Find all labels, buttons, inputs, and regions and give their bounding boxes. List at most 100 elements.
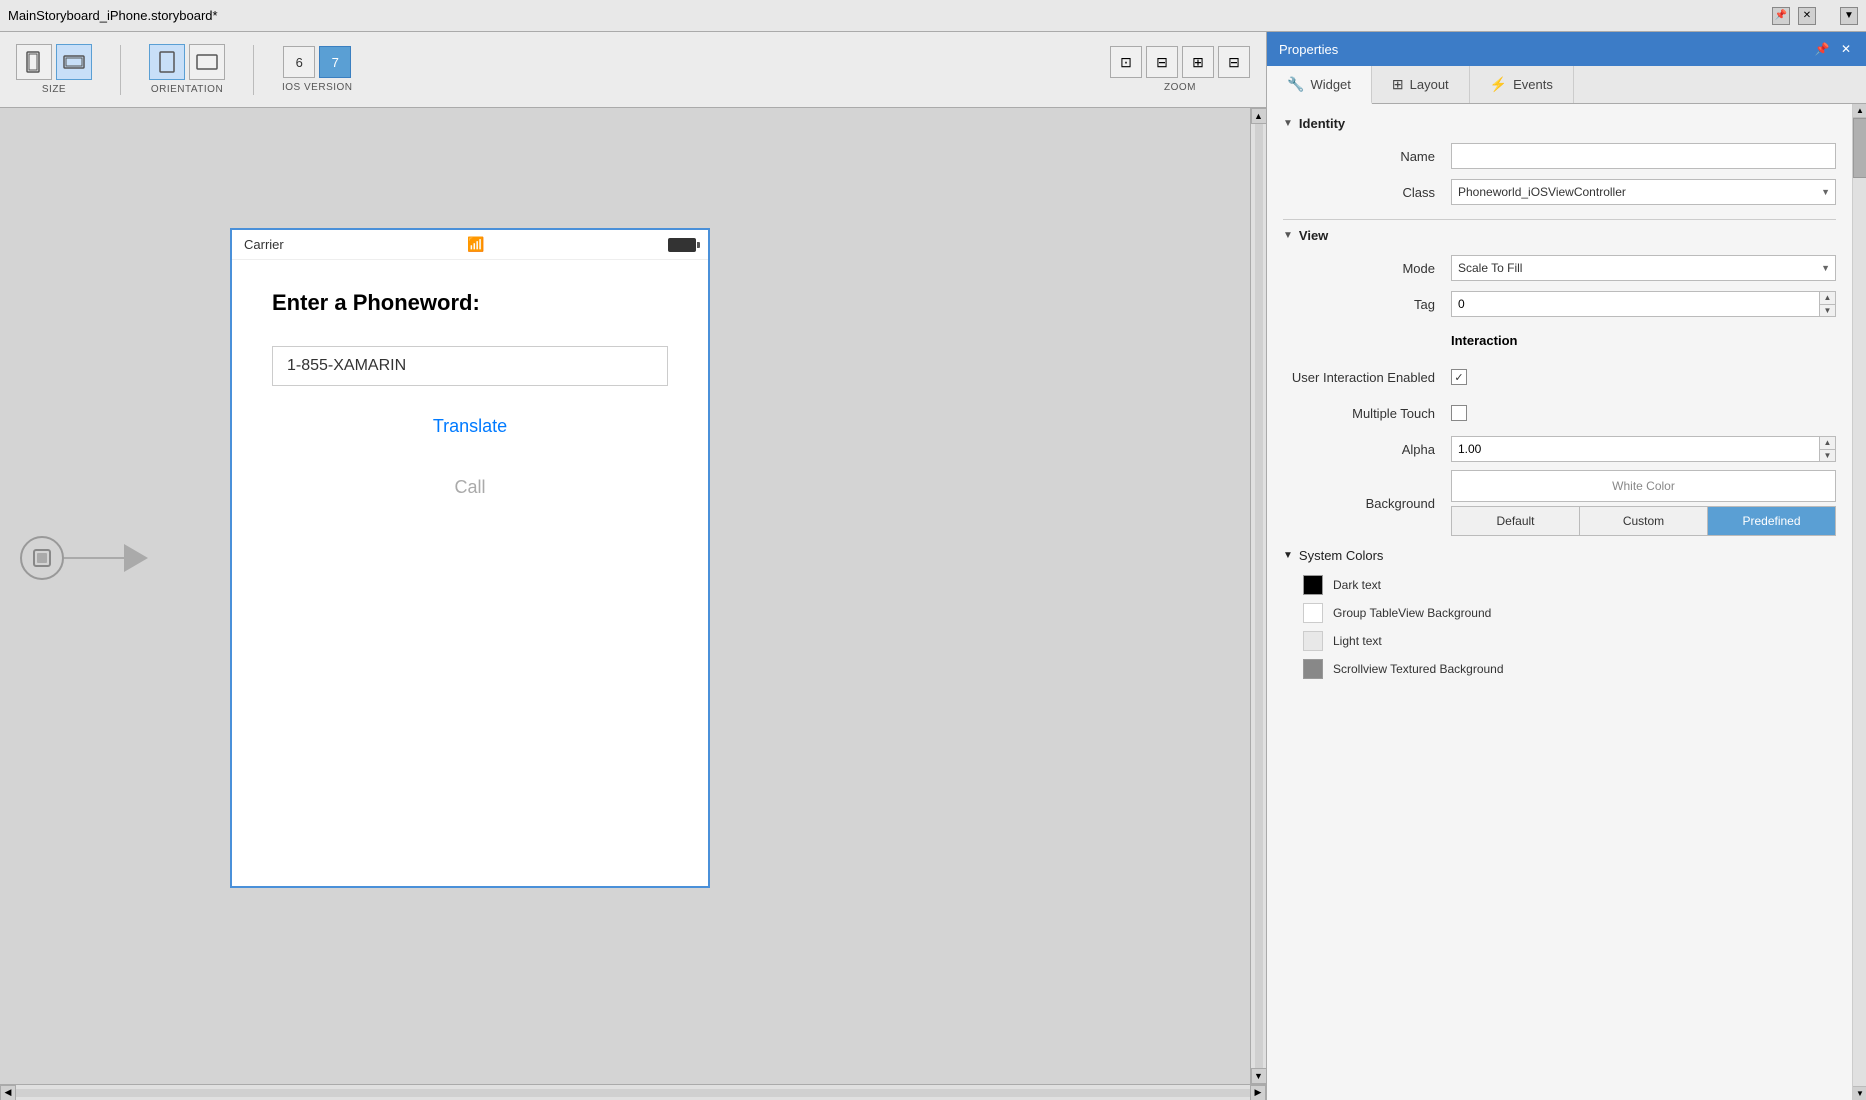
tag-increment[interactable]: ▲ — [1820, 292, 1835, 305]
multiple-touch-label: Multiple Touch — [1283, 406, 1443, 421]
tab-layout[interactable]: ⊞ Layout — [1372, 66, 1470, 103]
color-custom-btn[interactable]: Custom — [1580, 507, 1708, 535]
tag-spinner: ▲ ▼ — [1451, 291, 1836, 317]
divider-1 — [1283, 219, 1836, 220]
group-tableview-label: Group TableView Background — [1333, 606, 1491, 620]
phone-input[interactable] — [272, 346, 668, 386]
zoom-actual[interactable]: ⊟ — [1218, 46, 1250, 78]
prop-scroll-up[interactable]: ▲ — [1853, 104, 1866, 118]
tag-decrement[interactable]: ▼ — [1820, 305, 1835, 317]
events-tab-icon: ⚡ — [1490, 76, 1507, 93]
entry-line — [64, 557, 124, 559]
name-row: Name — [1283, 141, 1836, 171]
sys-colors-arrow: ▼ — [1283, 550, 1293, 561]
system-colors-label: System Colors — [1299, 548, 1384, 563]
background-color-swatch[interactable]: White Color — [1451, 470, 1836, 502]
prop-scroll-down[interactable]: ▼ — [1853, 1086, 1866, 1100]
layout-tab-icon: ⊞ — [1392, 76, 1404, 93]
scroll-track[interactable] — [1255, 124, 1263, 1068]
tag-input[interactable] — [1452, 292, 1819, 316]
zoom-in[interactable]: ⊞ — [1182, 46, 1214, 78]
call-button[interactable]: Call — [272, 477, 668, 498]
identity-section-header: ▼ Identity — [1283, 116, 1836, 131]
mode-row: Mode Scale To Fill — [1283, 253, 1836, 283]
storyboard-content-area: Carrier 📶 Enter a Phoneword: Translate C… — [0, 108, 1266, 1084]
view-label: View — [1299, 228, 1328, 243]
mode-select[interactable]: Scale To Fill — [1451, 255, 1836, 281]
size-label: SIZE — [42, 84, 66, 95]
translate-button[interactable]: Translate — [272, 416, 668, 437]
separator-2 — [253, 45, 254, 95]
entry-arrowhead — [124, 544, 148, 572]
zoom-label: ZOOM — [1164, 82, 1196, 93]
h-scroll-track[interactable] — [16, 1089, 1250, 1097]
alpha-row: Alpha ▲ ▼ — [1283, 434, 1836, 464]
separator-1 — [120, 45, 121, 95]
interaction-header-row: Interaction — [1283, 325, 1836, 356]
view-section: ▼ View Mode Scale To Fill Tag — [1283, 228, 1836, 536]
size-icon-2[interactable] — [56, 44, 92, 80]
view-section-header: ▼ View — [1283, 228, 1836, 243]
alpha-increment[interactable]: ▲ — [1820, 437, 1835, 450]
color-dark-text-row[interactable]: Dark text — [1283, 571, 1836, 599]
color-choice-buttons: Default Custom Predefined — [1451, 506, 1836, 536]
multiple-touch-checkbox[interactable] — [1451, 405, 1467, 421]
system-colors-header: ▼ System Colors — [1283, 548, 1836, 563]
class-label: Class — [1283, 185, 1443, 200]
color-light-text-row[interactable]: Light text — [1283, 627, 1836, 655]
scroll-arrow-down[interactable]: ▼ — [1840, 7, 1858, 25]
ios-version-group: 6 7 iOS VERSION — [282, 46, 353, 93]
orientation-portrait[interactable] — [149, 44, 185, 80]
class-select[interactable]: Phoneworld_iOSViewController — [1451, 179, 1836, 205]
prop-scroll-track[interactable] — [1853, 118, 1866, 1086]
scroll-left-arrow[interactable]: ◀ — [0, 1085, 16, 1100]
storyboard-panel: SIZE ORIENTATION 6 — [0, 32, 1266, 1100]
tab-events[interactable]: ⚡ Events — [1470, 66, 1574, 103]
scroll-right-arrow[interactable]: ▶ — [1250, 1085, 1266, 1100]
alpha-decrement[interactable]: ▼ — [1820, 450, 1835, 462]
toolbar: SIZE ORIENTATION 6 — [0, 32, 1266, 108]
background-label: Background — [1283, 496, 1443, 511]
properties-scrollbar: ▲ ▼ — [1852, 104, 1866, 1100]
alpha-input[interactable] — [1452, 437, 1819, 461]
scroll-down-arrow[interactable]: ▼ — [1251, 1068, 1267, 1084]
ios-version-7[interactable]: 7 — [319, 46, 351, 78]
vertical-scrollbar: ▲ ▼ — [1250, 108, 1266, 1084]
canvas-scroll[interactable]: Carrier 📶 Enter a Phoneword: Translate C… — [0, 108, 1250, 1084]
orientation-group: ORIENTATION — [149, 44, 225, 95]
ios-version-6[interactable]: 6 — [283, 46, 315, 78]
properties-pin-button[interactable]: 📌 — [1814, 41, 1830, 57]
name-input[interactable] — [1451, 143, 1836, 169]
events-tab-label: Events — [1513, 77, 1553, 92]
size-icon-1[interactable] — [16, 44, 52, 80]
color-scrollview-row[interactable]: Scrollview Textured Background — [1283, 655, 1836, 683]
properties-title-text: Properties — [1279, 42, 1338, 57]
user-interaction-checkbox[interactable] — [1451, 369, 1467, 385]
view-arrow: ▼ — [1283, 230, 1293, 241]
scrollview-label: Scrollview Textured Background — [1333, 662, 1504, 676]
iphone-status-bar: Carrier 📶 — [232, 230, 708, 260]
zoom-fit[interactable]: ⊡ — [1110, 46, 1142, 78]
alpha-spinner: ▲ ▼ — [1451, 436, 1836, 462]
color-group-tableview-row[interactable]: Group TableView Background — [1283, 599, 1836, 627]
property-tabs: 🔧 Widget ⊞ Layout ⚡ Events — [1267, 66, 1866, 104]
entry-point-icon — [20, 536, 64, 580]
color-predefined-btn[interactable]: Predefined — [1708, 507, 1835, 535]
mode-label: Mode — [1283, 261, 1443, 276]
iphone-content: Enter a Phoneword: Translate Call — [232, 260, 708, 528]
zoom-out[interactable]: ⊟ — [1146, 46, 1178, 78]
alpha-label: Alpha — [1283, 442, 1443, 457]
color-default-btn[interactable]: Default — [1452, 507, 1580, 535]
layout-tab-label: Layout — [1410, 77, 1449, 92]
scrollview-swatch — [1303, 659, 1323, 679]
pin-button[interactable]: 📌 — [1772, 7, 1790, 25]
battery-icon — [668, 238, 696, 252]
properties-close-button[interactable]: ✕ — [1838, 41, 1854, 57]
light-text-swatch — [1303, 631, 1323, 651]
orientation-landscape[interactable] — [189, 44, 225, 80]
prop-scroll-thumb[interactable] — [1853, 118, 1866, 178]
tab-widget[interactable]: 🔧 Widget — [1267, 66, 1372, 104]
close-tab-button[interactable]: ✕ — [1798, 7, 1816, 25]
scroll-up-arrow[interactable]: ▲ — [1251, 108, 1267, 124]
iphone-frame: Carrier 📶 Enter a Phoneword: Translate C… — [230, 228, 710, 888]
